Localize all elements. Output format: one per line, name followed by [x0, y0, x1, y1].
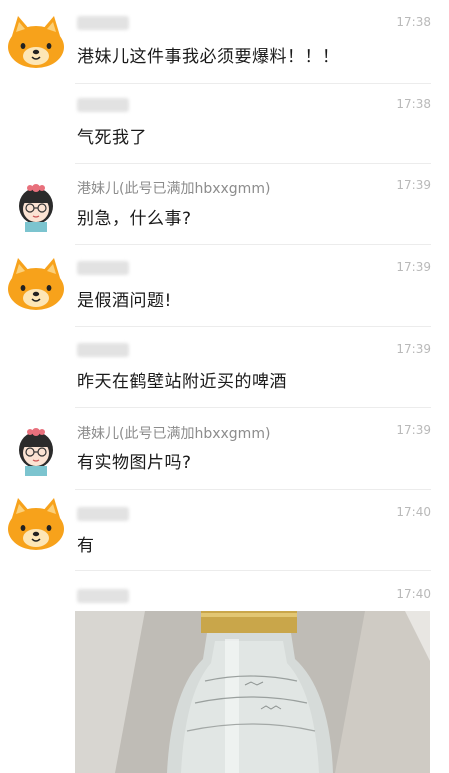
message-time: 17:39 — [396, 423, 431, 437]
sender-name — [77, 16, 129, 30]
divider — [75, 489, 431, 490]
sender-name — [77, 507, 129, 521]
divider — [75, 83, 431, 84]
sender-name — [77, 589, 129, 603]
message-text: 有 — [77, 536, 95, 556]
girl-avatar-icon[interactable] — [6, 420, 66, 476]
bear-avatar-icon[interactable] — [6, 256, 66, 312]
message-time: 17:39 — [396, 342, 431, 356]
bottle-photo[interactable] — [75, 611, 430, 773]
bear-avatar-icon[interactable] — [6, 14, 66, 70]
chat-message-list[interactable]: 17:38 港妹儿这件事我必须要爆料！！！ 17:38 气死我了 港妹儿(此号已… — [0, 0, 449, 773]
message-text: 是假酒问题! — [77, 291, 172, 311]
message-text: 有实物图片吗? — [77, 453, 192, 473]
divider — [75, 407, 431, 408]
message-text: 气死我了 — [77, 128, 147, 148]
message-time: 17:38 — [396, 15, 431, 29]
divider — [75, 244, 431, 245]
message-time: 17:40 — [396, 587, 431, 601]
message-time: 17:39 — [396, 178, 431, 192]
divider — [75, 163, 431, 164]
girl-avatar-icon[interactable] — [6, 176, 66, 232]
message-time: 17:38 — [396, 97, 431, 111]
sender-name — [77, 98, 129, 112]
sender-name: 港妹儿(此号已满加hbxxgmm) — [77, 426, 271, 442]
sender-name — [77, 343, 129, 357]
divider — [75, 570, 431, 571]
divider — [75, 326, 431, 327]
sender-name: 港妹儿(此号已满加hbxxgmm) — [77, 181, 271, 197]
sender-name — [77, 261, 129, 275]
bear-avatar-icon[interactable] — [6, 496, 66, 552]
message-text: 别急，什么事? — [77, 209, 192, 229]
message-time: 17:39 — [396, 260, 431, 274]
message-time: 17:40 — [396, 505, 431, 519]
message-text: 昨天在鹤壁站附近买的啤酒 — [77, 372, 287, 392]
message-text: 港妹儿这件事我必须要爆料！！！ — [77, 47, 340, 67]
